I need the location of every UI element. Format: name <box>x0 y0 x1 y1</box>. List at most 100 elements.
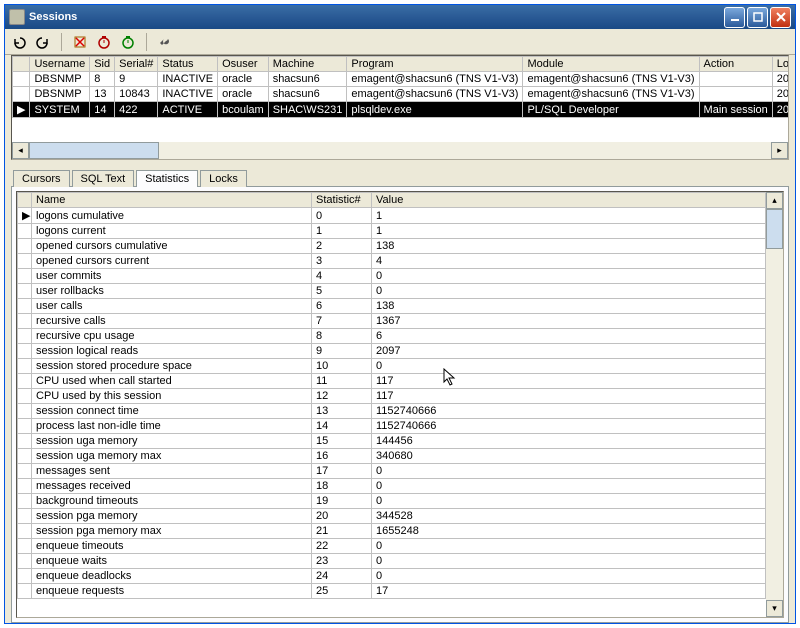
cell[interactable]: session logical reads <box>32 344 312 359</box>
stat-row[interactable]: recursive cpu usage86 <box>18 329 766 344</box>
tab-sql-text[interactable]: SQL Text <box>72 170 135 187</box>
cell[interactable]: emagent@shacsun6 (TNS V1-V3) <box>347 87 523 102</box>
cell[interactable] <box>18 359 32 374</box>
statistics-grid[interactable]: NameStatistic#Value ▶logons cumulative01… <box>17 192 766 617</box>
cell[interactable]: enqueue deadlocks <box>32 569 312 584</box>
timer-green-button[interactable] <box>120 34 136 50</box>
col-value[interactable]: Value <box>372 193 766 208</box>
minimize-button[interactable] <box>724 7 745 28</box>
cell[interactable] <box>18 539 32 554</box>
cell[interactable]: session uga memory max <box>32 449 312 464</box>
cell[interactable] <box>18 299 32 314</box>
sessions-hscrollbar[interactable]: ◂ ▸ <box>12 142 788 159</box>
cell[interactable] <box>18 449 32 464</box>
cell[interactable]: 8 <box>312 329 372 344</box>
cell[interactable]: 18 <box>312 479 372 494</box>
tab-cursors[interactable]: Cursors <box>13 170 70 187</box>
redo-button[interactable] <box>35 34 51 50</box>
col-action[interactable]: Action <box>699 57 772 72</box>
stat-row[interactable]: session connect time131152740666 <box>18 404 766 419</box>
cell[interactable]: 1 <box>372 208 766 224</box>
cell[interactable]: messages sent <box>32 464 312 479</box>
cell[interactable]: 340680 <box>372 449 766 464</box>
scroll-thumb[interactable] <box>29 142 159 159</box>
cell[interactable] <box>18 314 32 329</box>
cell[interactable]: opened cursors cumulative <box>32 239 312 254</box>
cell[interactable]: 25 <box>312 584 372 599</box>
scroll-track-v[interactable] <box>766 209 783 600</box>
cell[interactable] <box>18 509 32 524</box>
cell[interactable]: 17 <box>312 464 372 479</box>
cell[interactable]: process last non-idle time <box>32 419 312 434</box>
stat-row[interactable]: session stored procedure space100 <box>18 359 766 374</box>
cell[interactable]: 0 <box>372 359 766 374</box>
timer-red-button[interactable] <box>96 34 112 50</box>
cell[interactable]: 138 <box>372 299 766 314</box>
cell[interactable]: 1367 <box>372 314 766 329</box>
cell[interactable]: 2006. <box>772 87 788 102</box>
cell[interactable]: 2097 <box>372 344 766 359</box>
cell[interactable]: 24 <box>312 569 372 584</box>
cell[interactable]: shacsun6 <box>268 87 347 102</box>
cell[interactable]: 1 <box>372 224 766 239</box>
cell[interactable]: session uga memory <box>32 434 312 449</box>
statistics-vscrollbar[interactable]: ▴ ▾ <box>766 192 783 617</box>
cell[interactable]: 14 <box>312 419 372 434</box>
cell[interactable]: 0 <box>372 464 766 479</box>
cell[interactable] <box>18 569 32 584</box>
cell[interactable]: session stored procedure space <box>32 359 312 374</box>
stat-row[interactable]: opened cursors cumulative2138 <box>18 239 766 254</box>
cell[interactable]: 0 <box>372 269 766 284</box>
stat-row[interactable]: enqueue timeouts220 <box>18 539 766 554</box>
undo-button[interactable] <box>11 34 27 50</box>
cell[interactable] <box>18 254 32 269</box>
cell[interactable] <box>18 269 32 284</box>
cell[interactable]: 7 <box>312 314 372 329</box>
stat-row[interactable]: enqueue waits230 <box>18 554 766 569</box>
stat-row[interactable]: user calls6138 <box>18 299 766 314</box>
cell[interactable]: 11 <box>312 374 372 389</box>
cell[interactable]: 422 <box>115 102 158 118</box>
cell[interactable] <box>18 239 32 254</box>
cell[interactable] <box>18 374 32 389</box>
scroll-thumb-v[interactable] <box>766 209 783 249</box>
cell[interactable] <box>18 434 32 449</box>
cell[interactable]: ▶ <box>13 102 30 118</box>
cell[interactable] <box>18 524 32 539</box>
cell[interactable]: session pga memory max <box>32 524 312 539</box>
scroll-left-button[interactable]: ◂ <box>12 142 29 159</box>
cell[interactable]: INACTIVE <box>158 72 218 87</box>
cell[interactable] <box>13 72 30 87</box>
tab-locks[interactable]: Locks <box>200 170 247 187</box>
scroll-up-button[interactable]: ▴ <box>766 192 783 209</box>
col-username[interactable]: Username <box>30 57 90 72</box>
cell[interactable]: PL/SQL Developer <box>523 102 699 118</box>
cell[interactable]: 144456 <box>372 434 766 449</box>
session-row[interactable]: ▶SYSTEM14422ACTIVEbcoulamSHAC\WS231plsql… <box>13 102 789 118</box>
statistics-table[interactable]: NameStatistic#Value ▶logons cumulative01… <box>17 192 766 599</box>
stat-row[interactable]: CPU used when call started11117 <box>18 374 766 389</box>
cell[interactable]: DBSNMP <box>30 87 90 102</box>
cell[interactable]: logons current <box>32 224 312 239</box>
stat-row[interactable]: enqueue requests2517 <box>18 584 766 599</box>
cell[interactable]: enqueue waits <box>32 554 312 569</box>
cell[interactable]: 0 <box>312 208 372 224</box>
stat-row[interactable]: user commits40 <box>18 269 766 284</box>
cell[interactable]: 19 <box>312 494 372 509</box>
cell[interactable] <box>18 554 32 569</box>
cell[interactable] <box>18 284 32 299</box>
cell[interactable] <box>18 419 32 434</box>
cell[interactable] <box>18 404 32 419</box>
cell[interactable]: 6 <box>312 299 372 314</box>
cell[interactable]: session pga memory <box>32 509 312 524</box>
cell[interactable]: 0 <box>372 539 766 554</box>
cell[interactable]: 117 <box>372 374 766 389</box>
cell[interactable]: opened cursors current <box>32 254 312 269</box>
stat-row[interactable]: recursive calls71367 <box>18 314 766 329</box>
cell[interactable]: 3 <box>312 254 372 269</box>
cell[interactable]: SHAC\WS231 <box>268 102 347 118</box>
cell[interactable]: 0 <box>372 284 766 299</box>
cell[interactable]: 117 <box>372 389 766 404</box>
cell[interactable]: logons cumulative <box>32 208 312 224</box>
stat-row[interactable]: opened cursors current34 <box>18 254 766 269</box>
